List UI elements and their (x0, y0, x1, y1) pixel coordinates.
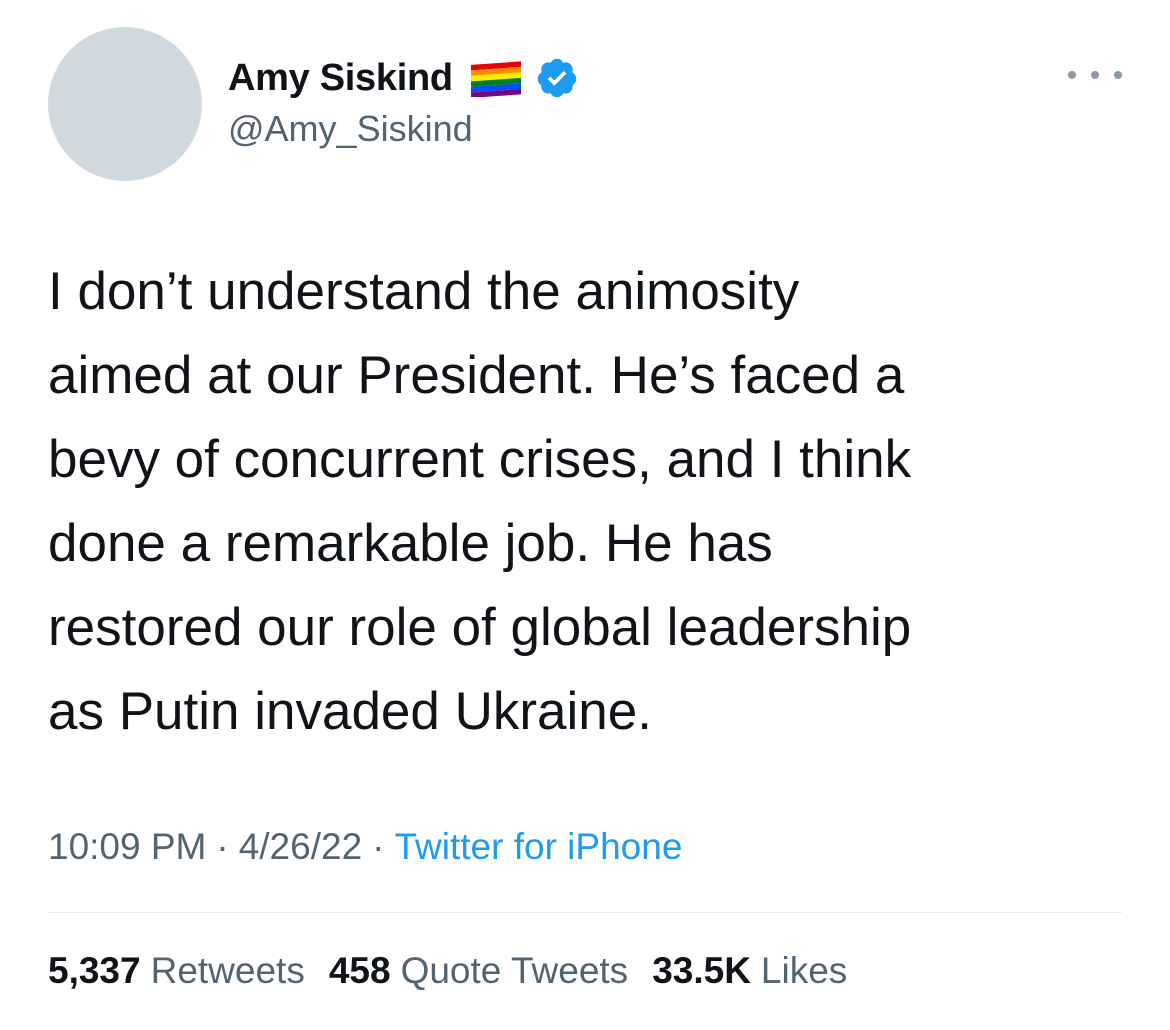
tweet-time[interactable]: 10:09 PM (48, 826, 206, 867)
tweet-source-link[interactable]: Twitter for iPhone (394, 826, 682, 867)
tweet-text: I don’t understand the animosity aimed a… (48, 250, 1128, 754)
tweet-stats: 5,337 Retweets 458 Quote Tweets 33.5K Likes (48, 950, 871, 992)
likes-stat[interactable]: 33.5K Likes (652, 950, 847, 992)
retweets-label: Retweets (150, 950, 305, 991)
quote-tweets-label: Quote Tweets (400, 950, 629, 991)
likes-label: Likes (760, 950, 848, 991)
tweet-text-line: restored our role of global leadership (48, 598, 912, 657)
tweet-text-line: bevy of concurrent crises, and I think (48, 430, 912, 489)
more-dot (1091, 71, 1099, 79)
quote-tweets-stat[interactable]: 458 Quote Tweets (329, 950, 628, 992)
more-options-icon[interactable] (1068, 60, 1122, 90)
retweets-count: 5,337 (48, 950, 141, 991)
tweet-date[interactable]: 4/26/22 (239, 826, 362, 867)
tweet-text-line: aimed at our President. He’s faced a (48, 346, 905, 405)
author-display-name[interactable]: Amy Siskind (228, 57, 453, 100)
more-dot (1068, 71, 1076, 79)
rainbow-flag-icon (469, 59, 523, 98)
author-handle[interactable]: @Amy_Siskind (228, 108, 473, 150)
more-dot (1114, 71, 1122, 79)
tweet-text-line: I don’t understand the animosity (48, 262, 800, 321)
tweet-text-line: as Putin invaded Ukraine. (48, 682, 652, 741)
tweet-meta: 10:09 PM · 4/26/22 · Twitter for iPhone (48, 826, 682, 868)
retweets-stat[interactable]: 5,337 Retweets (48, 950, 305, 992)
meta-separator: · (216, 826, 229, 867)
quote-tweets-count: 458 (328, 950, 391, 991)
verified-badge-icon (535, 56, 579, 100)
tweet-text-line: done a remarkable job. He has (48, 514, 773, 573)
avatar[interactable] (48, 27, 202, 181)
author-name-row: Amy Siskind (228, 50, 579, 106)
meta-separator: · (372, 826, 385, 867)
divider (48, 912, 1122, 913)
likes-count: 33.5K (652, 950, 751, 991)
